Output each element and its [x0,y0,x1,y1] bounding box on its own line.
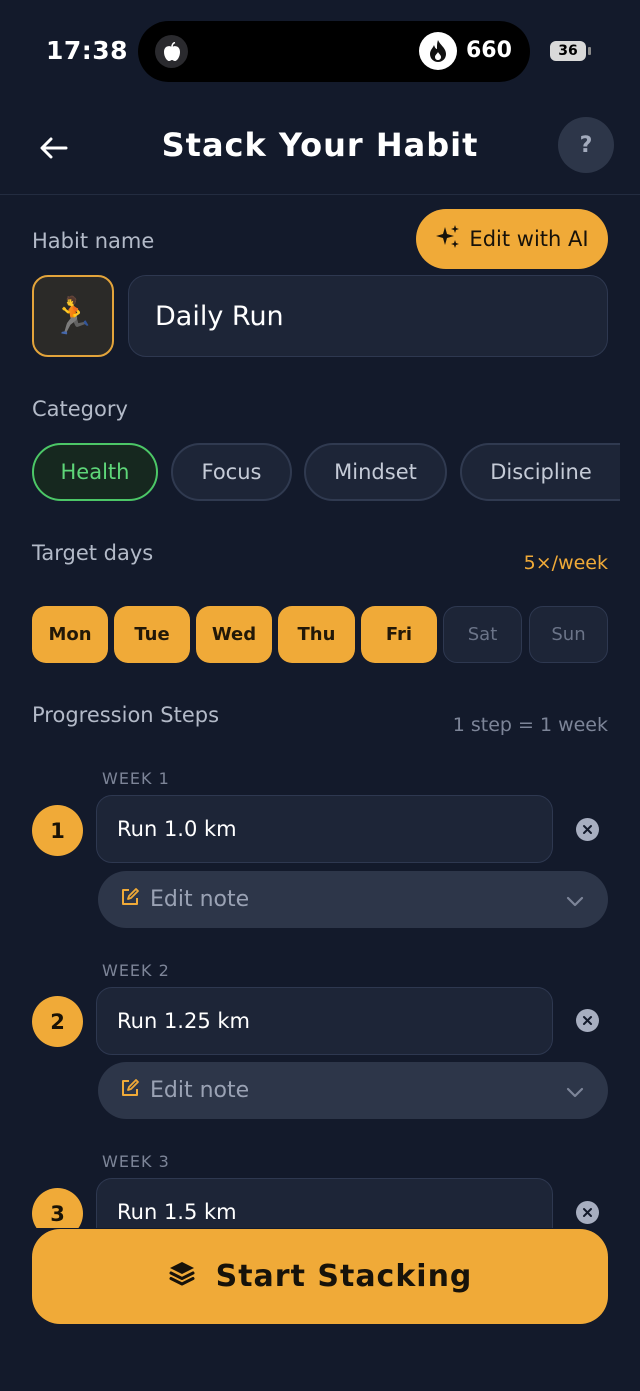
help-button[interactable]: ? [558,117,614,173]
edit-with-ai-button[interactable]: Edit with AI [416,209,608,269]
habit-emoji-picker[interactable]: 🏃 [32,275,114,357]
week-label: WEEK 2 [102,961,170,980]
day-toggle-mon[interactable]: Mon [32,606,108,663]
edit-note-dropdown[interactable]: Edit note [98,871,608,928]
apple-icon [155,35,188,68]
progression-steps-label: Progression Steps [32,703,220,727]
flame-icon [419,32,457,70]
remove-step-icon[interactable] [576,1201,599,1224]
week-label: WEEK 1 [102,769,170,788]
habit-name-input[interactable]: Daily Run [128,275,608,357]
category-label: Category [32,397,128,421]
dynamic-island: 660 [138,21,530,82]
clock: 17:38 [46,36,129,65]
remove-step-icon[interactable] [576,1009,599,1032]
layers-icon [168,1259,196,1294]
sparkle-icon [435,224,461,255]
step-number-badge: 2 [32,996,83,1047]
start-stacking-label: Start Stacking [215,1259,473,1294]
remove-step-icon[interactable] [576,818,599,841]
edit-note-label: Edit note [150,887,250,912]
week-label: WEEK 3 [102,1152,170,1171]
step-input[interactable]: Run 1.0 km [96,795,553,863]
day-toggle-sun[interactable]: Sun [529,606,608,663]
day-toggle-fri[interactable]: Fri [361,606,437,663]
streak-count: 660 [466,38,512,63]
runner-emoji: 🏃 [50,296,96,337]
category-chip-discipline[interactable]: Discipline [460,443,620,501]
step-input[interactable]: Run 1.25 km [96,987,553,1055]
edit-note-icon [120,887,140,913]
category-chip-focus[interactable]: Focus [171,443,292,501]
battery-nub [588,47,591,55]
edit-note-dropdown[interactable]: Edit note [98,1062,608,1119]
chevron-down-icon [566,1080,584,1105]
start-stacking-button[interactable]: Start Stacking [32,1229,608,1324]
page-title: Stack Your Habit [161,126,479,164]
day-toggle-sat[interactable]: Sat [443,606,522,663]
habit-name-label: Habit name [32,229,155,253]
status-bar: 17:38 660 36 [0,0,640,100]
step-rule-text: 1 step = 1 week [452,714,608,736]
header: Stack Your Habit ? [0,100,640,195]
target-days-label: Target days [32,541,154,565]
day-toggle-thu[interactable]: Thu [278,606,355,663]
edit-with-ai-label: Edit with AI [469,227,589,251]
step-number-badge: 1 [32,805,83,856]
battery-icon: 36 [550,41,586,61]
frequency-badge: 5×/week [523,552,608,574]
edit-note-label: Edit note [150,1078,250,1103]
back-arrow-icon[interactable] [34,128,74,168]
day-toggle-wed[interactable]: Wed [196,606,272,663]
category-chip-health[interactable]: Health [32,443,158,501]
day-toggle-tue[interactable]: Tue [114,606,190,663]
category-chip-mindset[interactable]: Mindset [304,443,447,501]
edit-note-icon [120,1078,140,1104]
chevron-down-icon [566,889,584,914]
